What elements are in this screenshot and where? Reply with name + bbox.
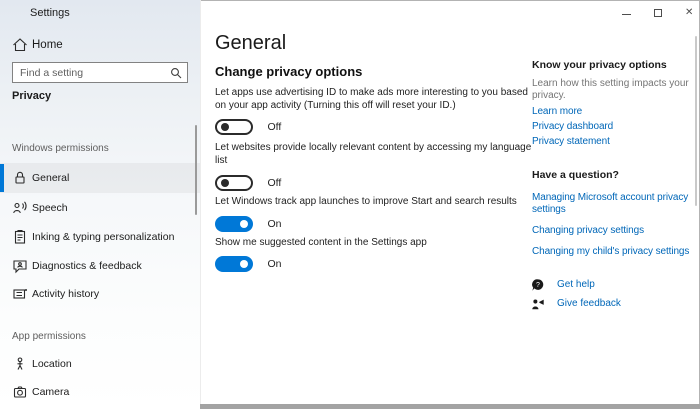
aside-question-title: Have a question? — [532, 169, 619, 181]
sidebar: Settings Home Find a setting Privacy Win… — [0, 0, 201, 409]
camera-icon — [12, 384, 28, 400]
setting-description: Let apps use advertising ID to make ads … — [215, 87, 540, 112]
toggle-state-label: Off — [267, 121, 281, 133]
get-help-link[interactable]: Get help — [557, 279, 595, 290]
setting-toggle-row: On — [215, 215, 281, 232]
give-feedback-link[interactable]: Give feedback — [557, 298, 621, 309]
setting-toggle-row: On — [215, 255, 281, 272]
link-privacy-statement[interactable]: Privacy statement — [532, 136, 700, 148]
sidebar-section-header: App permissions — [12, 331, 86, 342]
window-title: Settings — [30, 7, 70, 19]
maximize-button[interactable] — [650, 5, 668, 21]
sidebar-item-location[interactable]: Location — [0, 352, 200, 376]
language-list-toggle[interactable] — [215, 175, 253, 191]
diagnostics-icon — [12, 258, 28, 274]
get-help-icon: ? — [531, 278, 545, 292]
search-input[interactable]: Find a setting — [12, 62, 188, 83]
sidebar-item-label: Speech — [32, 202, 68, 214]
search-icon[interactable] — [170, 67, 182, 79]
sidebar-item-general[interactable]: General — [0, 166, 200, 190]
aside-know-links: Learn more Privacy dashboard Privacy sta… — [532, 106, 700, 151]
sidebar-item-activity[interactable]: Activity history — [0, 282, 200, 306]
link-managing-account-privacy[interactable]: Managing Microsoft account privacy setti… — [532, 192, 700, 216]
close-button[interactable] — [681, 5, 699, 21]
sidebar-item-label: General — [32, 172, 69, 184]
sidebar-item-speech[interactable]: Speech — [0, 196, 200, 220]
setting-description: Let websites provide locally relevant co… — [215, 142, 540, 167]
app-launch-tracking-toggle[interactable] — [215, 216, 253, 232]
minimize-button[interactable] — [618, 5, 636, 21]
page-title: General — [215, 32, 286, 55]
bottom-edge-strip — [200, 404, 700, 409]
lock-icon — [12, 170, 28, 186]
section-title: Change privacy options — [215, 64, 362, 79]
give-feedback-icon — [531, 297, 545, 311]
search-placeholder: Find a setting — [20, 67, 83, 79]
sidebar-page-label: Privacy — [12, 90, 51, 102]
settings-window: Settings Home Find a setting Privacy Win… — [0, 0, 700, 409]
home-icon — [12, 37, 28, 53]
aside-question-links: Managing Microsoft account privacy setti… — [532, 192, 700, 267]
setting-description: Show me suggested content in the Setting… — [215, 237, 540, 250]
speech-icon — [12, 200, 28, 216]
toggle-state-label: Off — [267, 177, 281, 189]
svg-text:?: ? — [536, 282, 540, 289]
sidebar-scrollbar[interactable] — [195, 125, 197, 215]
sidebar-item-label: Activity history — [32, 288, 99, 300]
setting-description: Let Windows track app launches to improv… — [215, 196, 540, 209]
aside-know-title: Know your privacy options — [532, 59, 667, 71]
activity-icon — [12, 286, 28, 302]
link-privacy-dashboard[interactable]: Privacy dashboard — [532, 121, 700, 133]
setting-toggle-row: Off — [215, 118, 281, 135]
toggle-state-label: On — [267, 258, 281, 270]
sidebar-section-header: Windows permissions — [12, 143, 109, 154]
sidebar-item-label: Location — [32, 358, 72, 370]
inking-icon — [12, 229, 28, 245]
aside-know-body: Learn how this setting impacts your priv… — [532, 78, 700, 102]
location-icon — [12, 356, 28, 372]
toggle-state-label: On — [267, 218, 281, 230]
link-changing-privacy-settings[interactable]: Changing privacy settings — [532, 225, 700, 237]
sidebar-item-label: Diagnostics & feedback — [32, 260, 142, 272]
link-learn-more[interactable]: Learn more — [532, 106, 700, 118]
link-changing-child-privacy[interactable]: Changing my child's privacy settings — [532, 246, 700, 258]
advertising-id-toggle[interactable] — [215, 119, 253, 135]
setting-toggle-row: Off — [215, 174, 281, 191]
suggested-content-toggle[interactable] — [215, 256, 253, 272]
sidebar-item-camera[interactable]: Camera — [0, 380, 200, 404]
sidebar-item-label: Camera — [32, 386, 69, 398]
sidebar-item-diagnostics[interactable]: Diagnostics & feedback — [0, 254, 200, 278]
sidebar-item-label: Inking & typing personalization — [32, 231, 174, 243]
sidebar-item-inking[interactable]: Inking & typing personalization — [0, 225, 200, 249]
main-scrollbar[interactable] — [695, 36, 697, 206]
sidebar-item-home[interactable]: Home — [0, 33, 200, 57]
sidebar-item-label: Home — [32, 39, 63, 51]
